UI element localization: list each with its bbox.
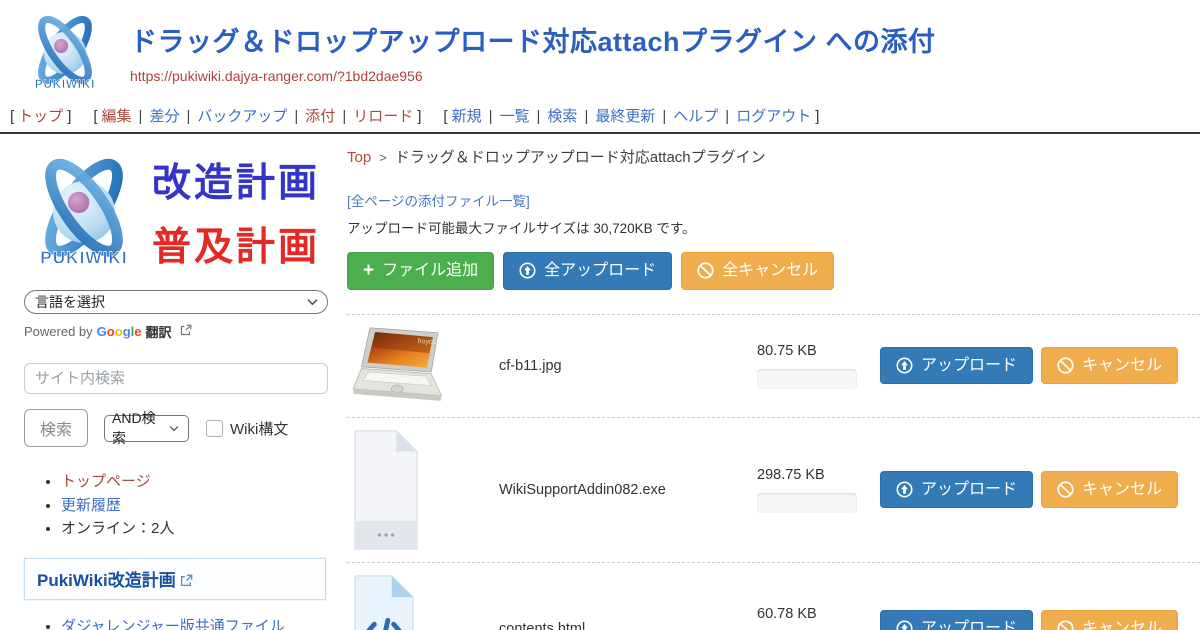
list-item: ダジャレンジャー版共通ファイル	[61, 616, 332, 630]
file-name: cf-b11.jpg	[499, 358, 757, 374]
upload-circle-icon	[519, 262, 536, 279]
upload-circle-icon	[896, 481, 913, 498]
file-size: 298.75 KB	[757, 467, 880, 483]
nav-bracket: ]	[815, 108, 819, 125]
nav-link-reload[interactable]: リロード	[353, 108, 413, 125]
logo-text-fukyuu: 普及計画	[152, 216, 320, 272]
upload-button[interactable]: アップロード	[880, 471, 1033, 509]
breadcrumb-separator: >	[379, 150, 387, 165]
logo-caption: PUKIWIKI	[40, 248, 127, 267]
sidebar-logo[interactable]: PUKIWIKI 改造計画 普及計画	[24, 150, 332, 274]
plus-icon: +	[363, 261, 374, 280]
list-item: トップページ	[61, 471, 332, 494]
sidebar-link-common-files[interactable]: ダジャレンジャー版共通ファイル	[61, 618, 285, 630]
sidebar-bottom-links: ダジャレンジャー版共通ファイル PukiWiki本体改造 PukiWikiテキス…	[24, 616, 332, 630]
upload-all-button[interactable]: 全アップロード	[503, 252, 672, 290]
list-item: 更新履歴	[61, 495, 332, 518]
sidebar-link-history[interactable]: 更新履歴	[61, 497, 121, 514]
upload-file-list: froyo8 cf-b11.jpg 80.75 KB アップロード	[347, 314, 1200, 630]
breadcrumb-home-link[interactable]: Top	[347, 149, 371, 166]
max-filesize-text: アップロード可能最大ファイルサイズは 30,720KB です。	[347, 217, 1200, 237]
nav-link-list[interactable]: 一覧	[500, 108, 530, 125]
wiki-syntax-label: Wiki構文	[230, 418, 288, 439]
file-row: WikiSupportAddin082.exe 298.75 KB アップロード…	[347, 417, 1200, 562]
nav-bracket: [	[443, 108, 447, 125]
file-row: contents.html 60.78 KB アップロード キャンセル	[347, 562, 1200, 630]
ban-circle-icon	[1057, 357, 1074, 374]
cancel-button[interactable]: キャンセル	[1041, 347, 1178, 385]
wiki-syntax-checkbox[interactable]	[206, 420, 223, 437]
page-header: PUKIWIKI ドラッグ＆ドロップアップロード対応attachプラグイン への…	[0, 0, 1200, 98]
nav-bracket: ]	[417, 108, 421, 125]
page-url[interactable]: https://pukiwiki.dajya-ranger.com/?1bd2d…	[130, 68, 936, 84]
logo-text-kaizou: 改造計画	[152, 152, 320, 208]
pukiwiki-logo-icon[interactable]: PUKIWIKI	[22, 8, 108, 98]
upload-circle-icon	[896, 357, 913, 374]
sidebar: PUKIWIKI 改造計画 普及計画 言語を選択 Powered by Goog…	[0, 134, 332, 630]
site-search-input[interactable]	[24, 363, 328, 394]
nav-link-new[interactable]: 新規	[452, 108, 482, 125]
upload-progress-bar	[757, 369, 857, 389]
svg-text:froyo8: froyo8	[417, 338, 436, 346]
top-nav-bar: [トップ][編集|差分|バックアップ|添付|リロード][新規|一覧|検索|最終更…	[0, 98, 1200, 126]
sidebar-link-toppage[interactable]: トップページ	[61, 473, 151, 490]
external-link-icon	[180, 324, 192, 339]
nav-link-logout[interactable]: ログアウト	[736, 108, 811, 125]
laptop-photo-thumbnail: froyo8	[347, 326, 499, 406]
ban-circle-icon	[1057, 620, 1074, 630]
chevron-down-icon	[307, 293, 318, 309]
site-title-link[interactable]: PukiWiki改造計画	[37, 571, 176, 590]
file-row: froyo8 cf-b11.jpg 80.75 KB アップロード	[347, 314, 1200, 417]
breadcrumb: Top > ドラッグ＆ドロップアップロード対応attachプラグイン	[347, 146, 1200, 167]
nav-link-top[interactable]: トップ	[18, 108, 63, 125]
nav-link-search[interactable]: 検索	[547, 108, 577, 125]
nav-bracket: [	[10, 108, 14, 125]
cancel-button[interactable]: キャンセル	[1041, 471, 1178, 509]
nav-link-edit[interactable]: 編集	[102, 108, 132, 125]
breadcrumb-current-page: ドラッグ＆ドロップアップロード対応attachプラグイン	[395, 149, 766, 166]
upload-circle-icon	[896, 620, 913, 630]
generic-file-icon	[347, 429, 499, 551]
nav-link-help[interactable]: ヘルプ	[673, 108, 718, 125]
file-name: WikiSupportAddin082.exe	[499, 482, 757, 498]
svg-text:PUKIWIKI: PUKIWIKI	[35, 78, 95, 91]
nav-link-diff[interactable]: 差分	[149, 108, 179, 125]
upload-progress-bar	[757, 493, 857, 513]
google-translate-attribution[interactable]: Powered by Google 翻訳	[24, 322, 332, 341]
google-logo: Google	[97, 324, 142, 339]
cancel-button[interactable]: キャンセル	[1041, 610, 1178, 630]
add-files-button[interactable]: + ファイル追加	[347, 252, 494, 290]
online-count: オンライン：2人	[61, 520, 174, 537]
page-title: ドラッグ＆ドロップアップロード対応attachプラグイン への添付	[130, 20, 936, 59]
upload-button[interactable]: アップロード	[880, 347, 1033, 385]
all-attachments-link[interactable]: [全ページの添付ファイル一覧]	[347, 194, 530, 209]
ban-circle-icon	[697, 262, 714, 279]
cancel-all-button[interactable]: 全キャンセル	[681, 252, 834, 290]
search-button[interactable]: 検索	[24, 409, 88, 447]
chevron-down-icon	[169, 419, 179, 435]
upload-button[interactable]: アップロード	[880, 610, 1033, 630]
nav-bracket: [	[93, 108, 97, 125]
upload-toolbar: + ファイル追加 全アップロード 全キャンセル	[347, 252, 1200, 290]
main-content: Top > ドラッグ＆ドロップアップロード対応attachプラグイン [全ページの添…	[332, 134, 1200, 630]
nav-link-recent[interactable]: 最終更新	[595, 108, 655, 125]
ban-circle-icon	[1057, 481, 1074, 498]
search-mode-select[interactable]: AND検索	[104, 415, 189, 442]
sidebar-top-links: トップページ 更新履歴 オンライン：2人	[24, 471, 332, 541]
file-name: contents.html	[499, 621, 757, 630]
file-size: 80.75 KB	[757, 343, 880, 359]
file-size: 60.78 KB	[757, 606, 880, 622]
html-file-icon	[347, 574, 499, 630]
list-item: オンライン：2人	[61, 518, 332, 541]
nav-link-backup[interactable]: バックアップ	[197, 108, 287, 125]
external-link-icon	[180, 574, 193, 592]
nav-link-attach[interactable]: 添付	[305, 108, 335, 125]
language-select[interactable]: 言語を選択	[24, 290, 328, 314]
nav-bracket: ]	[67, 108, 71, 125]
site-title-box: PukiWiki改造計画	[24, 558, 326, 600]
pukiwiki-atom-icon: PUKIWIKI	[24, 150, 144, 274]
